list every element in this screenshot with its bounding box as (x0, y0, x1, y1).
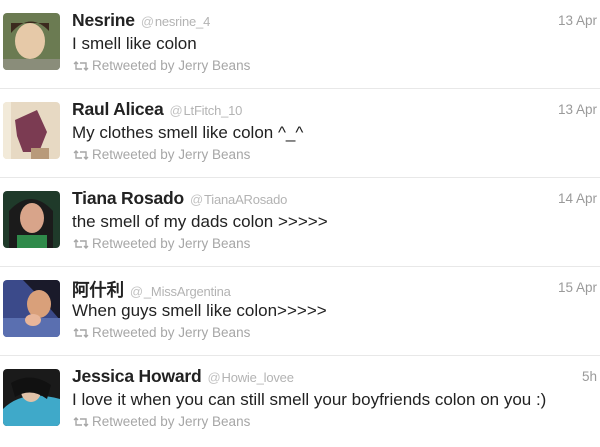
avatar[interactable] (3, 13, 60, 70)
retweet-attribution: Retweeted by Jerry Beans (73, 414, 250, 429)
author-handle[interactable]: @TianaARosado (190, 192, 287, 207)
tweet-timestamp[interactable]: 13 Apr (558, 13, 597, 28)
tweet-timestamp[interactable]: 13 Apr (558, 102, 597, 117)
author-handle[interactable]: @_MissArgentina (130, 284, 231, 299)
tweet-item[interactable]: 阿什利 @_MissArgentina 15 Apr When guys smel… (0, 267, 600, 356)
author-name[interactable]: Nesrine @nesrine_4 (72, 10, 210, 31)
retweet-attribution: Retweeted by Jerry Beans (73, 325, 250, 340)
retweet-icon (73, 61, 89, 71)
tweet-item[interactable]: Jessica Howard @Howie_lovee 5h I love it … (0, 356, 600, 447)
retweet-attribution: Retweeted by Jerry Beans (73, 236, 250, 251)
author-name[interactable]: Raul Alicea @LtFitch_10 (72, 99, 242, 120)
retweet-attribution: Retweeted by Jerry Beans (73, 147, 250, 162)
tweet-item[interactable]: Raul Alicea @LtFitch_10 13 Apr My clothes… (0, 89, 600, 178)
tweet-text: the smell of my dads colon >>>>> (72, 212, 328, 231)
author-name[interactable]: Jessica Howard @Howie_lovee (72, 366, 294, 387)
tweet-text: I smell like colon (72, 34, 197, 53)
avatar[interactable] (3, 191, 60, 248)
tweet-timestamp[interactable]: 15 Apr (558, 280, 597, 295)
retweet-icon (73, 417, 89, 427)
tweet-timestamp[interactable]: 14 Apr (558, 191, 597, 206)
tweet-item[interactable]: Nesrine @nesrine_4 13 Apr I smell like co… (0, 0, 600, 89)
tweet-text: When guys smell like colon>>>>> (72, 301, 327, 320)
author-handle[interactable]: @LtFitch_10 (170, 103, 243, 118)
avatar[interactable] (3, 102, 60, 159)
retweet-icon (73, 239, 89, 249)
tweet-timestamp[interactable]: 5h (582, 369, 597, 384)
avatar[interactable] (3, 280, 60, 337)
retweet-icon (73, 150, 89, 160)
retweet-attribution: Retweeted by Jerry Beans (73, 58, 250, 73)
tweet-timeline: Nesrine @nesrine_4 13 Apr I smell like co… (0, 0, 600, 447)
author-handle[interactable]: @nesrine_4 (141, 14, 211, 29)
tweet-text: My clothes smell like colon ^_^ (72, 123, 304, 142)
author-name[interactable]: 阿什利 @_MissArgentina (72, 277, 231, 302)
avatar[interactable] (3, 369, 60, 426)
tweet-text: I love it when you can still smell your … (72, 390, 547, 409)
author-name[interactable]: Tiana Rosado @TianaARosado (72, 188, 287, 209)
tweet-item[interactable]: Tiana Rosado @TianaARosado 14 Apr the sme… (0, 178, 600, 267)
author-handle[interactable]: @Howie_lovee (208, 370, 294, 385)
retweet-icon (73, 328, 89, 338)
